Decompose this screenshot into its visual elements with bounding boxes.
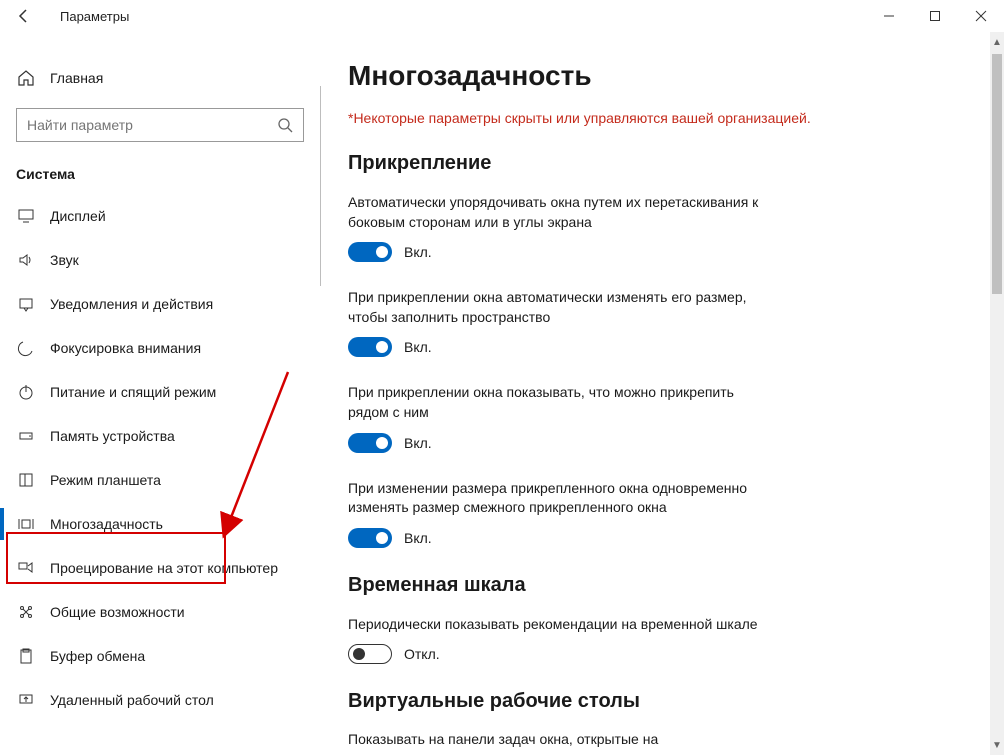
snap-desc-1: При прикреплении окна автоматически изме… xyxy=(348,288,778,327)
sidebar-item-label: Проецирование на этот компьютер xyxy=(50,560,278,576)
sidebar-item-7[interactable]: Многозадачность xyxy=(0,502,320,546)
content: Многозадачность *Некоторые параметры скр… xyxy=(320,32,1004,755)
sidebar-item-10[interactable]: Буфер обмена xyxy=(0,634,320,678)
sidebar-item-8[interactable]: Проецирование на этот компьютер xyxy=(0,546,320,590)
vdesk-heading: Виртуальные рабочие столы xyxy=(348,690,966,713)
snap-toggle-label-0: Вкл. xyxy=(404,244,432,260)
snap-setting-0: Автоматически упорядочивать окна путем и… xyxy=(348,193,778,262)
notifications-icon xyxy=(16,294,36,314)
back-button[interactable] xyxy=(12,4,36,28)
snap-setting-1: При прикреплении окна автоматически изме… xyxy=(348,288,778,357)
window-title: Параметры xyxy=(60,9,129,24)
snap-desc-0: Автоматически упорядочивать окна путем и… xyxy=(348,193,778,232)
sidebar-item-9[interactable]: Общие возможности xyxy=(0,590,320,634)
titlebar: Параметры xyxy=(0,0,1004,32)
sidebar-item-label: Многозадачность xyxy=(50,516,163,532)
sidebar-item-1[interactable]: Звук xyxy=(0,238,320,282)
storage-icon xyxy=(16,426,36,446)
timeline-toggle-label: Откл. xyxy=(404,646,440,662)
multitask-icon xyxy=(16,514,36,534)
snap-toggle-label-1: Вкл. xyxy=(404,339,432,355)
display-icon xyxy=(16,206,36,226)
section-label: Система xyxy=(0,142,320,194)
sidebar-item-5[interactable]: Память устройства xyxy=(0,414,320,458)
maximize-button[interactable] xyxy=(912,0,958,32)
sidebar-item-4[interactable]: Питание и спящий режим xyxy=(0,370,320,414)
clipboard-icon xyxy=(16,646,36,666)
content-divider xyxy=(320,86,321,286)
timeline-desc: Периодически показывать рекомендации на … xyxy=(348,615,778,635)
sidebar-item-label: Удаленный рабочий стол xyxy=(50,692,214,708)
shared-icon xyxy=(16,602,36,622)
snap-toggle-label-3: Вкл. xyxy=(404,530,432,546)
snap-desc-2: При прикреплении окна показывать, что мо… xyxy=(348,383,778,422)
sidebar-item-label: Фокусировка внимания xyxy=(50,340,201,356)
search-input-wrap[interactable] xyxy=(16,108,304,142)
snap-setting-2: При прикреплении окна показывать, что мо… xyxy=(348,383,778,452)
focus-icon xyxy=(16,338,36,358)
remote-icon xyxy=(16,690,36,710)
timeline-toggle[interactable] xyxy=(348,644,392,664)
home-nav[interactable]: Главная xyxy=(0,56,320,100)
snap-setting-3: При изменении размера прикрепленного окн… xyxy=(348,479,778,548)
timeline-heading: Временная шкала xyxy=(348,574,966,597)
power-icon xyxy=(16,382,36,402)
scrollbar[interactable]: ▲ ▼ xyxy=(990,32,1004,755)
page-title: Многозадачность xyxy=(348,60,966,92)
tablet-icon xyxy=(16,470,36,490)
snap-toggle-1[interactable] xyxy=(348,337,392,357)
sound-icon xyxy=(16,250,36,270)
scrollbar-thumb[interactable] xyxy=(992,54,1002,294)
search-icon xyxy=(277,117,293,133)
sidebar-item-label: Питание и спящий режим xyxy=(50,384,216,400)
timeline-setting: Периодически показывать рекомендации на … xyxy=(348,615,778,665)
sidebar-item-label: Память устройства xyxy=(50,428,175,444)
minimize-button[interactable] xyxy=(866,0,912,32)
search-input[interactable] xyxy=(27,117,277,133)
window-controls xyxy=(866,0,1004,32)
home-label: Главная xyxy=(50,70,103,86)
sidebar-item-11[interactable]: Удаленный рабочий стол xyxy=(0,678,320,722)
sidebar-item-label: Буфер обмена xyxy=(50,648,145,664)
project-icon xyxy=(16,558,36,578)
sidebar-item-2[interactable]: Уведомления и действия xyxy=(0,282,320,326)
sidebar-item-3[interactable]: Фокусировка внимания xyxy=(0,326,320,370)
sidebar-item-label: Уведомления и действия xyxy=(50,296,213,312)
sidebar-item-6[interactable]: Режим планшета xyxy=(0,458,320,502)
snap-heading: Прикрепление xyxy=(348,152,966,175)
snap-desc-3: При изменении размера прикрепленного окн… xyxy=(348,479,778,518)
sidebar: Главная Система Дисплей Звук Уведомления и… xyxy=(0,32,320,755)
snap-toggle-label-2: Вкл. xyxy=(404,435,432,451)
close-button[interactable] xyxy=(958,0,1004,32)
snap-toggle-3[interactable] xyxy=(348,528,392,548)
sidebar-item-label: Общие возможности xyxy=(50,604,185,620)
org-warning: *Некоторые параметры скрыты или управляю… xyxy=(348,110,966,126)
home-icon xyxy=(16,68,36,88)
snap-toggle-2[interactable] xyxy=(348,433,392,453)
sidebar-item-label: Режим планшета xyxy=(50,472,161,488)
vdesk-desc: Показывать на панели задач окна, открыты… xyxy=(348,731,966,747)
sidebar-item-label: Звук xyxy=(50,252,79,268)
snap-toggle-0[interactable] xyxy=(348,242,392,262)
sidebar-item-0[interactable]: Дисплей xyxy=(0,194,320,238)
sidebar-item-label: Дисплей xyxy=(50,208,106,224)
scroll-down-icon[interactable]: ▼ xyxy=(990,737,1004,753)
scroll-up-icon[interactable]: ▲ xyxy=(990,34,1004,50)
